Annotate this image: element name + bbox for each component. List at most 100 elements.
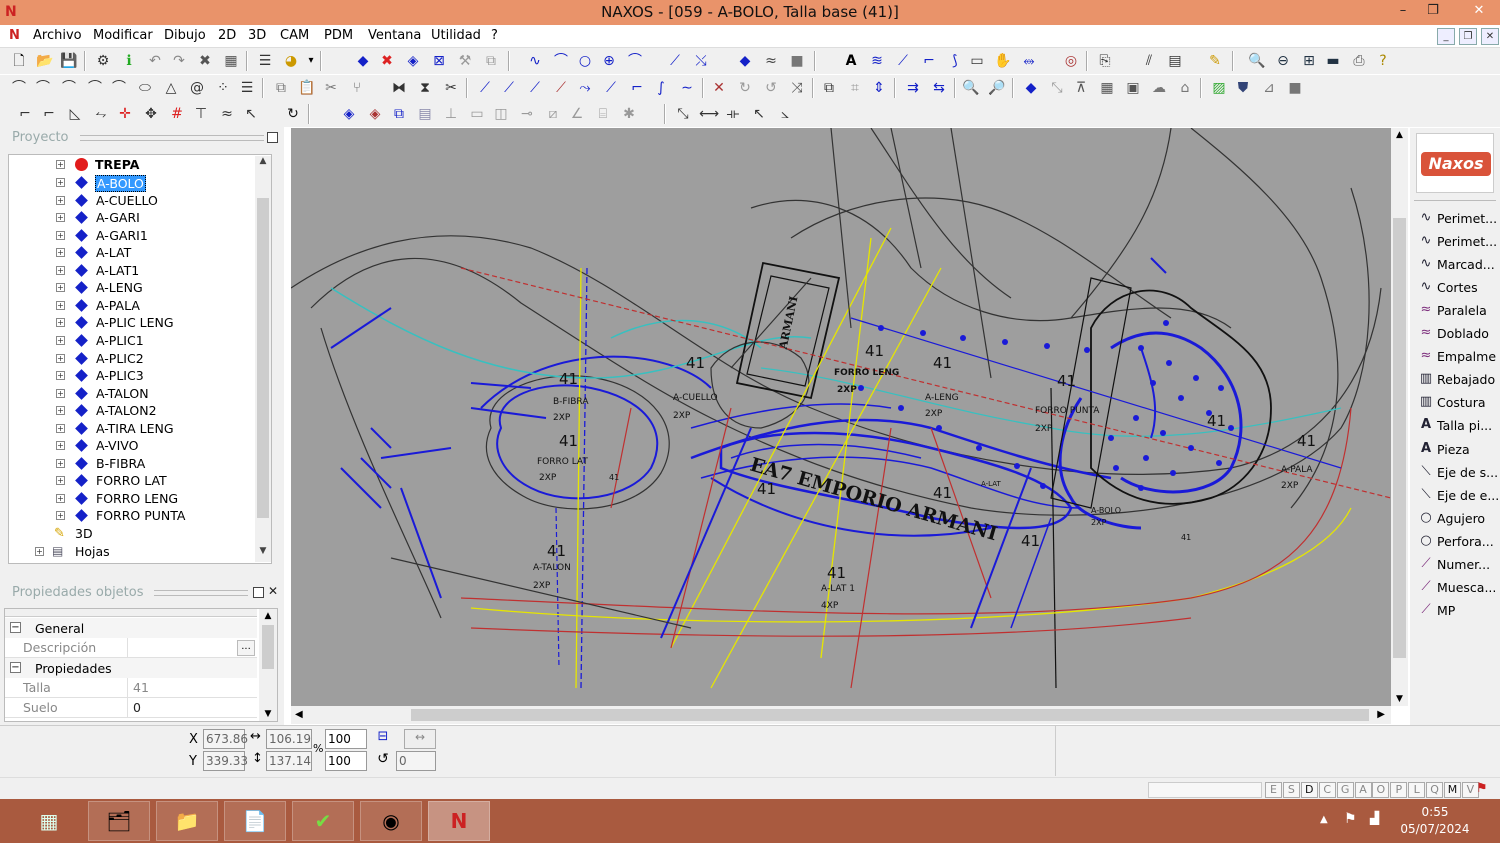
stair-icon[interactable]: ⌐ — [626, 77, 648, 99]
tool-numer[interactable]: ⟋ Numer... — [1416, 555, 1498, 575]
hatch-icon[interactable]: ☰ — [236, 77, 258, 99]
extend-icon[interactable]: ⟋ — [600, 77, 622, 99]
expand-icon[interactable]: + — [56, 476, 65, 486]
slash-icon[interactable]: ⟋ — [474, 77, 496, 99]
dot-line-icon[interactable]: ⊸ — [516, 103, 538, 125]
mirror-icon[interactable]: ⧓ — [388, 77, 410, 99]
slash2-icon[interactable]: ⟋ — [498, 77, 520, 99]
flag-icon[interactable]: ⚑ — [1344, 811, 1357, 827]
close-button[interactable]: ✕ — [1458, 0, 1500, 22]
tree-item[interactable]: + B-FIBRA — [9, 455, 259, 472]
save-icon[interactable]: 💾 — [58, 50, 80, 72]
properties-close-icon[interactable]: ✕ — [268, 584, 278, 598]
tree-item[interactable]: + A-BOLO — [9, 174, 259, 192]
status-key-c[interactable]: C — [1318, 782, 1336, 798]
shoe-icon[interactable]: ⊿ — [1258, 77, 1280, 99]
angle-icon[interactable]: ∠ — [566, 103, 588, 125]
ellipse-icon[interactable]: ⬭ — [134, 77, 156, 99]
expand-icon[interactable]: + — [56, 160, 65, 169]
tool-agujero[interactable]: ○ Agujero — [1416, 509, 1498, 529]
tree-item[interactable]: + A-TALON2 — [9, 402, 259, 419]
calculator-icon[interactable]: ▦ — [18, 801, 80, 841]
menu-dibujo[interactable]: Dibujo — [164, 28, 206, 43]
rect-icon[interactable]: ▭ — [966, 50, 988, 72]
search2-icon[interactable]: 🔎 — [986, 77, 1008, 99]
frame-icon[interactable]: ⌸ — [592, 103, 614, 125]
tree-item[interactable]: + FORRO PUNTA — [9, 507, 259, 524]
tool-perimet[interactable]: ∿ Perimet... — [1416, 232, 1498, 252]
canvas-vertical-scrollbar[interactable]: ▲ ▼ — [1391, 128, 1408, 706]
table-icon[interactable]: ▦ — [1096, 77, 1118, 99]
vdim-icon[interactable]: ⟛ — [722, 103, 744, 125]
status-key-d[interactable]: D — [1300, 782, 1318, 798]
duplicate-icon[interactable]: ⧉ — [818, 77, 840, 99]
tree-scrollbar[interactable]: ▲ ▼ — [255, 156, 271, 562]
window-icon[interactable]: ▣ — [1122, 77, 1144, 99]
menu-ventana[interactable]: Ventana — [368, 28, 421, 43]
properties-scrollbar[interactable]: ▲ ▼ — [259, 609, 277, 721]
tree-item[interactable]: + A-PALA — [9, 297, 259, 314]
cylinder-icon[interactable]: ▤ — [414, 103, 436, 125]
dashed-icon[interactable]: ⤳ — [574, 77, 596, 99]
offset-icon[interactable]: ⌐ — [918, 50, 940, 72]
polyline-icon[interactable]: ⤯ — [690, 50, 712, 72]
paste-icon[interactable]: 📋 — [296, 77, 318, 99]
taskbar-clock[interactable]: 0:55 05/07/2024 — [1400, 804, 1470, 838]
path-icon[interactable]: ⤨ — [786, 77, 808, 99]
t-icon[interactable]: ⊤ — [190, 103, 212, 125]
print-icon[interactable]: ⎙ — [1348, 50, 1370, 72]
status-key-o[interactable]: O — [1372, 782, 1390, 798]
hash-icon[interactable]: # — [166, 103, 188, 125]
rotate2-icon[interactable]: ↺ — [760, 77, 782, 99]
tree-root-trepa[interactable]: + TREPA — [9, 156, 259, 173]
explorer-docs-icon[interactable]: 🗂 — [88, 801, 150, 841]
status-key-p[interactable]: P — [1390, 782, 1408, 798]
corner3-icon[interactable]: ⌒ — [58, 77, 80, 99]
expand-icon[interactable]: + — [56, 335, 65, 345]
anchor-icon[interactable]: ◆ — [1020, 77, 1042, 99]
folder-icon[interactable]: 📁 — [156, 801, 218, 841]
angle-field[interactable]: 0 — [396, 751, 436, 771]
drawing-canvas[interactable]: 41 B-FIBRA 2XP 41 A-CUELLO 2XP 41 FORRO LENG 2… — [291, 128, 1391, 706]
link-icon[interactable]: ⤡ — [1046, 77, 1068, 99]
move-cross-icon[interactable]: ✥ — [140, 103, 162, 125]
expand-icon[interactable]: + — [56, 318, 65, 328]
open-icon[interactable]: 📂 — [34, 50, 56, 72]
settings-icon[interactable]: ⚙ — [92, 50, 114, 72]
diagonal-icon[interactable]: ⤡ — [672, 103, 694, 125]
tree-item[interactable]: + A-PLIC1 — [9, 332, 259, 349]
tree-item[interactable]: + FORRO LENG — [9, 490, 259, 507]
scale-y-field[interactable]: 100 — [325, 751, 367, 771]
expand-icon[interactable]: + — [56, 265, 65, 275]
expand-icon[interactable]: + — [56, 283, 65, 293]
menu-cam[interactable]: CAM — [280, 28, 309, 43]
zoom-out-icon[interactable]: ⊖ — [1272, 50, 1294, 72]
expand-icon[interactable]: + — [56, 493, 65, 503]
stack-icon[interactable]: ⧉ — [480, 50, 502, 72]
align-icon[interactable]: ⊼ — [1070, 77, 1092, 99]
layer-icon[interactable]: ▤ — [1164, 50, 1186, 72]
minimize-button[interactable]: – — [1388, 0, 1418, 22]
line-icon[interactable]: ⟋ — [664, 50, 686, 72]
updown-icon[interactable]: ⇕ — [868, 77, 890, 99]
tool-perimet[interactable]: ∿ Perimet... — [1416, 209, 1498, 229]
palette-icon[interactable]: ◕ — [280, 50, 302, 72]
height-field[interactable]: 137.14 — [266, 751, 312, 771]
dots-icon[interactable]: ⁘ — [212, 77, 234, 99]
fillet-icon[interactable]: ⌐ — [14, 103, 36, 125]
scale-icon[interactable]: ⧄ — [542, 103, 564, 125]
explode-icon[interactable]: ✱ — [618, 103, 640, 125]
split-icon[interactable]: ⫽ — [1138, 50, 1160, 72]
chevron-down-icon[interactable]: ▾ — [300, 50, 322, 72]
tool-ejedes[interactable]: ⟍ Eje de s... — [1416, 463, 1498, 483]
knife-icon[interactable]: ⟋ — [550, 77, 572, 99]
tree-item[interactable]: + A-TALON — [9, 385, 259, 402]
tree-item[interactable]: + A-LENG — [9, 279, 259, 296]
prop-row-talla[interactable]: Talla 41 — [5, 678, 257, 698]
expand-icon[interactable]: + — [56, 511, 65, 521]
x-field[interactable]: 673.86 — [203, 729, 248, 749]
export-icon[interactable]: ⎘ — [1094, 50, 1116, 72]
tree-item[interactable]: + A-VIVO — [9, 437, 259, 454]
block-icon[interactable]: ■ — [786, 50, 808, 72]
status-key-s[interactable]: S — [1282, 782, 1300, 798]
